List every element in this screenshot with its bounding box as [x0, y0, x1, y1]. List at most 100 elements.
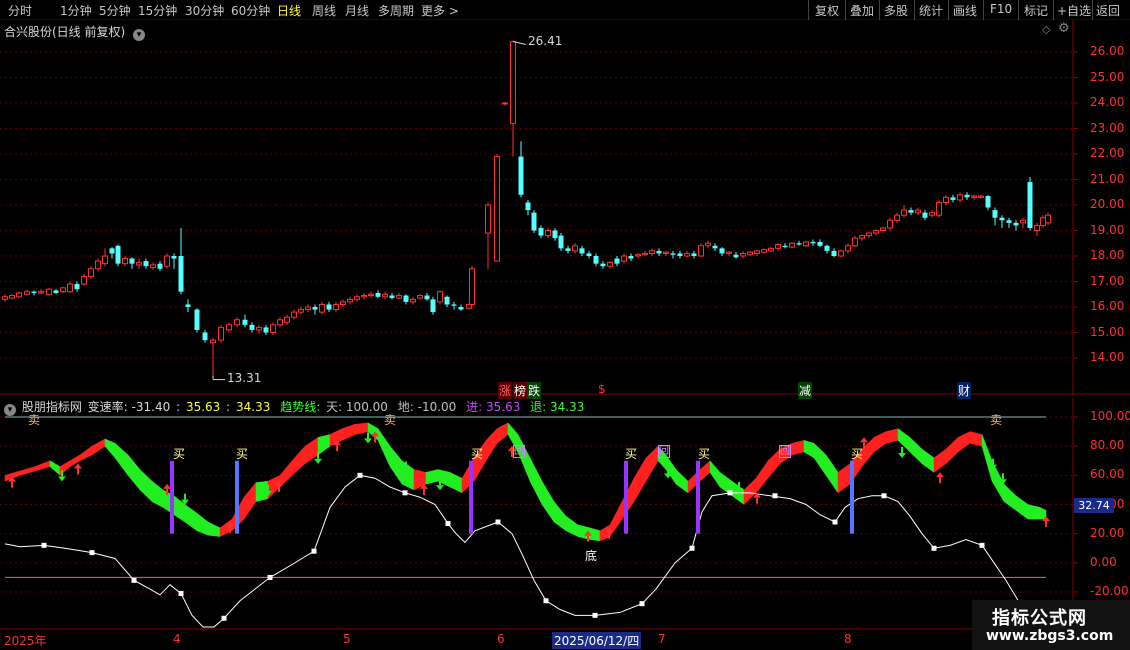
down-arrow-icon [267, 484, 269, 491]
trend-ribbon-segment [401, 460, 415, 491]
candle-body [218, 326, 224, 341]
price-axis-label: 16.00 [1090, 299, 1125, 313]
candle-body [754, 250, 760, 254]
settings-icon[interactable]: ⚙ [1058, 21, 1070, 36]
up-arrow-icon [608, 532, 610, 539]
trend-ribbon-segment [389, 445, 403, 485]
candle-body [226, 324, 232, 331]
f10-button[interactable]: F10 [990, 2, 1012, 16]
candle-body [1027, 182, 1033, 228]
trend-ribbon-segment [589, 527, 601, 542]
candle-body [992, 210, 998, 218]
indicator-chart[interactable] [0, 397, 1130, 630]
candle-body [202, 332, 208, 341]
candle-body [719, 248, 725, 254]
toolbar-divider [1053, 0, 1054, 20]
period-tab-60min[interactable]: 60分钟 [231, 2, 270, 19]
candle-body [298, 309, 304, 313]
mark-button[interactable]: 标记 [1024, 2, 1048, 19]
sell-signal-label: 卖 [28, 413, 41, 427]
diamond-icon[interactable]: ◇ [1042, 23, 1050, 36]
trend-ribbon-segment [873, 431, 887, 453]
kline-panel[interactable]: 合兴股份(日线 前复权) ▾ ◇ ⚙ 26.41 13.31 26.00 25.0… [0, 20, 1130, 399]
price-axis-label: 22.00 [1090, 146, 1125, 160]
candle-body [908, 210, 914, 213]
candle-body [572, 245, 578, 252]
trend-ribbon-segment [184, 504, 198, 532]
candle-body [803, 241, 809, 247]
back-signal-label: 回 [513, 445, 525, 458]
fuquan-button[interactable]: 复权 [815, 2, 839, 19]
candle-body [579, 248, 585, 254]
speed-marker [357, 472, 363, 478]
period-tab-30min[interactable]: 30分钟 [185, 2, 224, 19]
candle-body [852, 237, 858, 247]
candle-body [915, 209, 921, 214]
candle-body [396, 295, 402, 299]
candle-body [712, 245, 718, 249]
candle-body [46, 288, 52, 295]
date-label-year: 2025年 [4, 634, 47, 648]
indicator-panel[interactable]: ▾ 股朋指标网 变速率: -31.40 : 35.63 : 34.33 趋势线:… [0, 397, 1130, 630]
trend-ribbon-segment [291, 445, 306, 476]
period-tab-multi[interactable]: 多周期 [378, 2, 414, 19]
period-tab-more[interactable]: 更多 > [421, 2, 459, 19]
chevron-down-icon[interactable]: ▾ [133, 29, 146, 41]
price-axis-label: 14.00 [1090, 350, 1125, 364]
period-tab-daily[interactable]: 日线 [277, 2, 301, 19]
ground-value: 地: -10.00 [397, 400, 457, 414]
candle-body [964, 194, 970, 198]
back-signal-label: 回 [779, 445, 791, 458]
candle-body [157, 263, 163, 269]
draw-line-button[interactable]: 画线 [953, 2, 977, 19]
down-arrow-icon [898, 453, 906, 458]
down-arrow-icon [436, 485, 444, 491]
event-tag-dollar[interactable]: $ [598, 382, 606, 396]
period-tab-15min[interactable]: 15分钟 [138, 2, 177, 19]
candle-body [150, 264, 156, 268]
up-arrow-icon [1045, 521, 1047, 527]
sell-signal-label: 卖 [384, 413, 397, 427]
candle-body [824, 245, 830, 251]
candle-body [466, 303, 472, 309]
trend-ribbon-segment [933, 448, 947, 473]
trend-ribbon-segment [969, 431, 983, 447]
watermark-title: 指标公式网 [992, 608, 1087, 629]
date-label-apr: 4 [173, 632, 181, 646]
multi-stock-button[interactable]: 多股 [884, 2, 908, 19]
candle-body [901, 209, 907, 216]
trend-ribbon-segment [699, 460, 711, 482]
stock-title-bar: 合兴股份(日线 前复权) ▾ [4, 23, 149, 41]
speed-marker [931, 545, 937, 551]
speed-marker [639, 601, 645, 607]
kline-chart[interactable] [0, 20, 1130, 395]
candle-body [985, 196, 991, 208]
candle-body [1013, 222, 1019, 226]
period-tab-1min[interactable]: 1分钟 [60, 2, 92, 19]
trend-ribbon-segment [837, 463, 851, 494]
buy-signal-label: 买 [173, 447, 186, 461]
add-watchlist-button[interactable]: +自选 [1057, 2, 1091, 19]
down-arrow-icon [405, 461, 407, 468]
stock-title: 合兴股份(日线 前复权) [4, 25, 126, 39]
candle-body [485, 204, 491, 234]
speed-marker [267, 574, 273, 580]
period-tab-monthly[interactable]: 月线 [345, 2, 369, 19]
candle-body [312, 307, 318, 310]
trend-ribbon-segment [367, 422, 379, 441]
overlay-button[interactable]: 叠加 [850, 2, 874, 19]
back-button[interactable]: 返回 [1096, 2, 1120, 19]
price-axis-label: 18.00 [1090, 248, 1125, 262]
candle-body [38, 291, 44, 294]
speed-marker [41, 542, 47, 548]
date-label-aug: 8 [844, 632, 852, 646]
period-tab-fenshi[interactable]: 分时 [8, 2, 32, 19]
candle-body [129, 258, 135, 264]
up-arrow-icon [939, 477, 941, 484]
candle-body [957, 194, 963, 201]
date-axis: 2025年 4 5 6 2025/06/12/四 7 8 [0, 630, 1130, 650]
chevron-down-icon[interactable]: ▾ [4, 404, 16, 416]
statistics-button[interactable]: 统计 [919, 2, 943, 19]
period-tab-weekly[interactable]: 周线 [312, 2, 336, 19]
period-tab-5min[interactable]: 5分钟 [99, 2, 131, 19]
